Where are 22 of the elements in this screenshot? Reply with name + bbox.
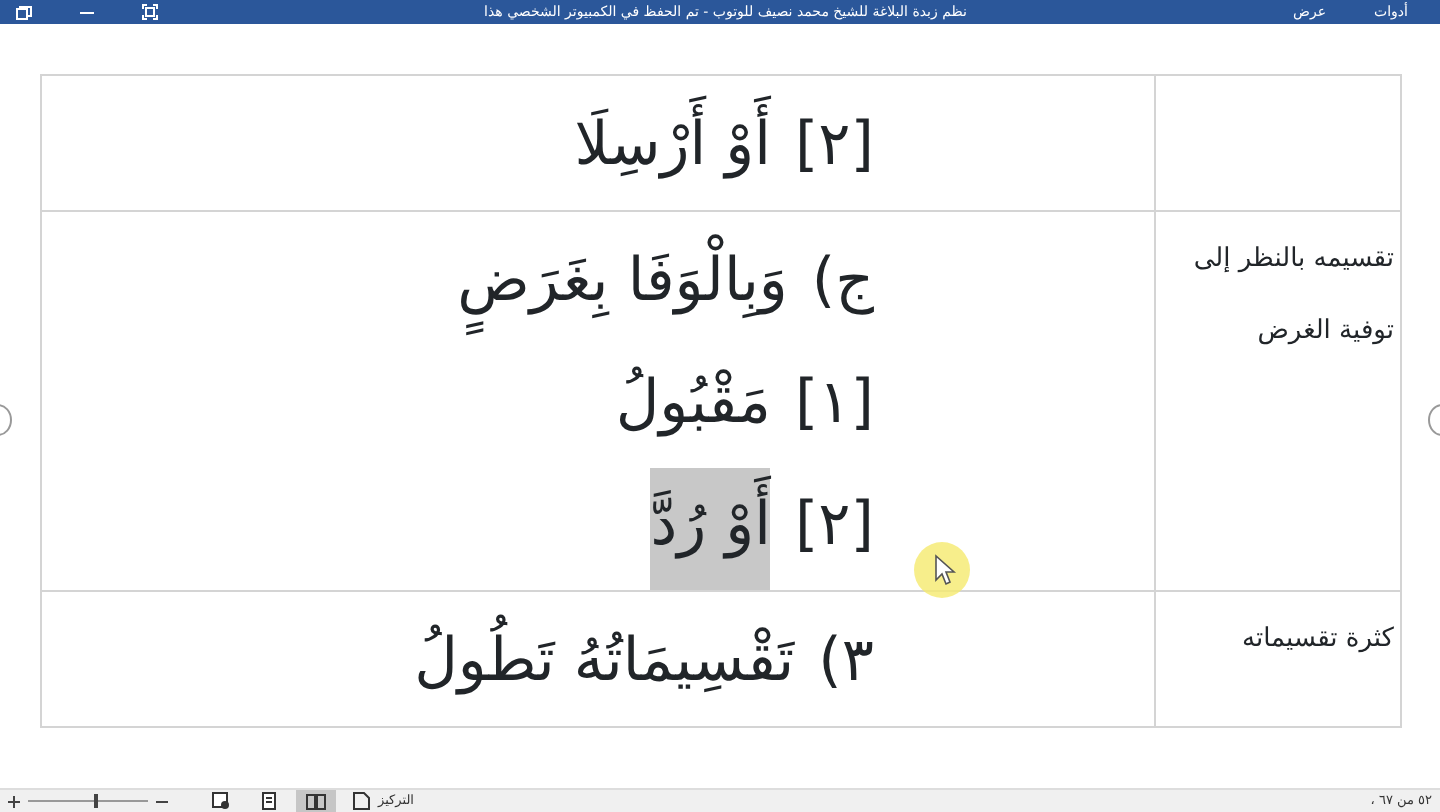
zoom-in-icon[interactable] — [8, 795, 20, 807]
verse-text: مَقْبُولُ — [615, 364, 771, 442]
restore-icon[interactable] — [16, 5, 32, 19]
book-icon — [306, 793, 326, 809]
row-heading: تقسيمه بالنظر إلى توفية الغرض — [1193, 244, 1394, 346]
zoom-out-icon[interactable] — [156, 795, 168, 807]
document-icon — [352, 792, 370, 810]
verse-text: وَبِالْوَفَا بِغَرَضٍ — [457, 224, 788, 346]
verse-text: أَوْ أَرْسِلَا — [574, 88, 771, 210]
page-icon — [261, 792, 275, 810]
cursor-icon — [912, 540, 972, 600]
row-heading: كثرة تقسيماته — [1241, 624, 1394, 654]
read-mode-button[interactable] — [296, 790, 336, 812]
verse-number: ج) — [811, 244, 874, 320]
verse-number: [١] — [794, 366, 874, 442]
verse-text: أَوْ رُدَّ — [650, 468, 771, 590]
verse-number: [٢] — [794, 108, 874, 184]
verse-text: تَقْسِيمَاتُهُ تَطُولُ — [414, 604, 795, 726]
verse-number: ٣) — [818, 624, 874, 700]
fullscreen-icon[interactable] — [142, 4, 158, 20]
web-page-icon — [211, 792, 229, 810]
verse-number: [٢] — [794, 488, 874, 564]
